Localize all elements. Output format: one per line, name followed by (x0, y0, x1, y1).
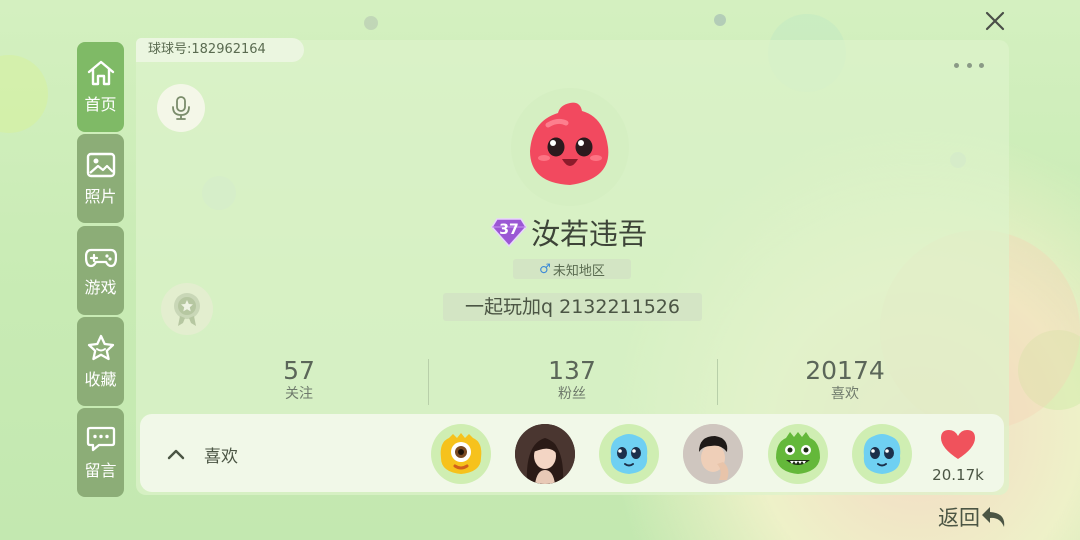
girl-photo-avatar (515, 424, 575, 484)
more-icon-dot (966, 62, 972, 68)
sidebar-item-label: 照片 (84, 186, 117, 206)
gamepad-icon (84, 248, 117, 267)
sidebar-item-label: 游戏 (84, 277, 117, 297)
bg-bubble (0, 55, 48, 133)
liker-avatar[interactable] (683, 424, 743, 484)
more-icon-dot (954, 62, 959, 68)
bg-dot (364, 16, 378, 30)
sidebar-item-label: 收藏 (84, 369, 117, 389)
medal-icon (174, 293, 200, 326)
chevron-up-icon (167, 449, 185, 460)
stat-likes[interactable]: 20174 喜欢 (775, 356, 915, 402)
sidebar-item-label: 首页 (84, 95, 117, 114)
blue-monster-avatar (863, 434, 901, 474)
likes-label: 喜欢 (204, 446, 238, 467)
stat-fans[interactable]: 137 粉丝 (502, 356, 642, 402)
photo-icon (86, 152, 115, 177)
more-icon-dot (979, 62, 984, 68)
back-arrow-icon (982, 507, 1005, 527)
voice-button[interactable] (157, 84, 205, 132)
message-icon (86, 426, 115, 451)
microphone-icon (172, 96, 190, 120)
boy-photo-avatar (683, 424, 743, 484)
region-text: 未知地区 (552, 263, 605, 279)
yellow-monster-avatar (440, 433, 482, 474)
heart-icon (941, 430, 975, 459)
divider (717, 359, 718, 405)
star-icon (87, 334, 114, 360)
sidebar-item-games[interactable]: 游戏 (77, 226, 124, 315)
liker-avatar[interactable] (515, 424, 575, 484)
more-button[interactable] (954, 58, 984, 72)
back-button[interactable]: 返回 (938, 502, 1010, 532)
region-label: ♂ 未知地区 (513, 259, 631, 279)
stat-value: 57 (283, 356, 315, 385)
user-id-label: 球球号:182962164 (136, 38, 304, 62)
nickname: 汝若违吾 (531, 217, 648, 251)
sidebar-item-label: 留言 (84, 460, 117, 480)
back-label: 返回 (938, 506, 980, 530)
pink-slime-avatar (530, 102, 609, 185)
liker-avatar[interactable] (768, 424, 828, 484)
stat-label: 关注 (285, 386, 313, 402)
green-monster-avatar (776, 432, 820, 474)
stat-value: 20174 (805, 356, 885, 385)
medal-button[interactable] (161, 283, 213, 335)
liker-avatar[interactable] (852, 424, 912, 484)
close-icon (985, 11, 1005, 31)
blue-monster-avatar (610, 434, 648, 474)
close-button[interactable] (982, 8, 1008, 34)
stat-label: 喜欢 (831, 386, 859, 402)
divider (428, 359, 429, 405)
liker-avatar[interactable] (431, 424, 491, 484)
sidebar-item-photos[interactable]: 照片 (77, 134, 124, 223)
sidebar-item-favorites[interactable]: 收藏 (77, 317, 124, 406)
stat-value: 137 (548, 356, 596, 385)
like-button[interactable]: 20.17k (930, 428, 986, 484)
name-row: 37 汝若违吾 (491, 212, 647, 252)
bg-dot (714, 14, 726, 26)
stat-label: 粉丝 (558, 386, 586, 402)
home-icon (87, 60, 114, 86)
male-icon: ♂ (539, 261, 551, 277)
stat-following[interactable]: 57 关注 (229, 356, 369, 402)
signature: 一起玩加q 2132211526 (443, 293, 702, 321)
sidebar-item-home[interactable]: 首页 (77, 42, 124, 132)
likes-toggle-button[interactable]: 喜欢 (166, 440, 238, 468)
level-badge: 37 (491, 217, 527, 248)
sidebar-item-messages[interactable]: 留言 (77, 408, 124, 497)
liker-avatar[interactable] (599, 424, 659, 484)
like-count: 20.17k (932, 466, 984, 484)
level-number: 37 (499, 222, 519, 238)
avatar[interactable] (511, 88, 629, 206)
